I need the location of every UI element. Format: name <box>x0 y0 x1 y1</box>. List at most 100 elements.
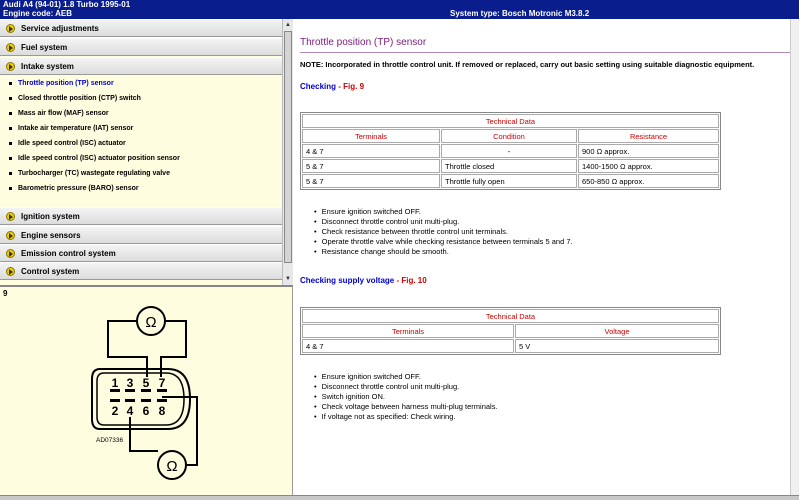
engine-code: Engine code: AEB <box>3 9 73 18</box>
system-type: System type: Bosch Motronic M3.8.2 <box>450 9 590 18</box>
bullet-icon <box>9 81 12 85</box>
ohm-symbol-top: Ω <box>145 314 156 331</box>
expand-arrow-icon <box>6 212 15 221</box>
section-label: Engine sensors <box>21 231 81 240</box>
expand-arrow-icon <box>6 249 15 258</box>
pin-label: 8 <box>159 404 166 418</box>
table-cell: Throttle closed <box>441 159 577 173</box>
supply-steps-list: Ensure ignition switched OFF. Disconnect… <box>314 372 498 422</box>
pin-label: 4 <box>127 404 134 418</box>
section-label: Fuel system <box>21 43 68 52</box>
sidebar-item-baro-sensor[interactable]: Barometric pressure (BARO) sensor <box>9 185 139 192</box>
section-label: Control system <box>21 267 80 276</box>
pin-label: 7 <box>159 376 166 390</box>
sidebar-item-wastegate-valve[interactable]: Turbocharger (TC) wastegate regulating v… <box>9 170 170 177</box>
table-row: 4 & 7 - 900 Ω approx. <box>302 144 719 158</box>
table-cell: 1400-1500 Ω approx. <box>578 159 719 173</box>
table-caption: Technical Data <box>302 309 719 323</box>
sidebar-item-tp-sensor[interactable]: Throttle position (TP) sensor <box>9 80 114 87</box>
ohm-symbol-bottom: Ω <box>166 458 177 475</box>
list-item: Switch ignition ON. <box>314 392 498 402</box>
section-engine-sensors[interactable]: Engine sensors <box>0 226 282 244</box>
column-header: Voltage <box>515 324 719 338</box>
table-cell: 5 & 7 <box>302 159 440 173</box>
pin-marker <box>110 399 120 402</box>
table-cell: 4 & 7 <box>302 144 440 158</box>
title-divider <box>300 52 790 53</box>
sidebar-item-iat-sensor[interactable]: Intake air temperature (IAT) sensor <box>9 125 133 132</box>
bullet-icon <box>9 186 12 190</box>
sidebar-item-isc-actuator[interactable]: Idle speed control (ISC) actuator <box>9 140 126 147</box>
expand-arrow-icon <box>6 43 15 52</box>
section-label: Intake system <box>21 62 74 71</box>
scroll-up-icon[interactable]: ▲ <box>284 20 292 30</box>
bullet-icon <box>9 156 12 160</box>
item-label: Intake air temperature (IAT) sensor <box>18 125 134 132</box>
item-label: Closed throttle position (CTP) switch <box>18 95 141 102</box>
note-text: NOTE: Incorporated in throttle control u… <box>300 60 755 69</box>
supply-voltage-heading: Checking supply voltage - Fig. 10 <box>300 276 427 285</box>
section-ignition-system[interactable]: Ignition system <box>0 207 282 225</box>
list-item: Disconnect throttle control unit multi-p… <box>314 217 573 227</box>
column-header: Condition <box>441 129 577 143</box>
connector-diagram: Ω 1 3 5 7 2 4 6 8 Ω AD07336 <box>91 306 198 480</box>
item-label: Idle speed control (ISC) actuator positi… <box>18 155 180 162</box>
page-title: Throttle position (TP) sensor <box>300 37 427 48</box>
section-control-system[interactable]: Control system <box>0 262 282 280</box>
pin-marker <box>125 399 135 402</box>
heading-label: Checking <box>300 82 337 91</box>
section-service-adjustments[interactable]: Service adjustments <box>0 19 282 37</box>
content-scrollbar[interactable] <box>790 19 799 495</box>
expand-arrow-icon <box>6 24 15 33</box>
list-item: Ensure ignition switched OFF. <box>314 207 573 217</box>
table-cell: 5 V <box>515 339 719 353</box>
pin-label: 1 <box>112 376 119 390</box>
list-item: Operate throttle valve while checking re… <box>314 237 573 247</box>
pin-label: 2 <box>112 404 119 418</box>
scroll-down-icon[interactable]: ▼ <box>284 274 292 284</box>
table-row: 5 & 7 Throttle fully open 650-850 Ω appr… <box>302 174 719 188</box>
section-intake-system[interactable]: Intake system <box>0 57 282 75</box>
title-bar: Audi A4 (94-01) 1.8 Turbo 1995-01 Engine… <box>0 0 799 19</box>
expand-arrow-icon <box>6 267 15 276</box>
section-fuel-system[interactable]: Fuel system <box>0 38 282 56</box>
figure-link-10[interactable]: Fig. 10 <box>401 276 426 285</box>
table-caption-row: Technical Data <box>302 114 719 128</box>
pin-marker <box>141 399 151 402</box>
lead-wire <box>162 396 198 466</box>
sidebar-item-maf-sensor[interactable]: Mass air flow (MAF) sensor <box>9 110 109 117</box>
bullet-icon <box>9 111 12 115</box>
sidebar-item-isc-position-sensor[interactable]: Idle speed control (ISC) actuator positi… <box>9 155 180 162</box>
content-pane: Throttle position (TP) sensor NOTE: Inco… <box>294 19 799 495</box>
pin-marker <box>157 399 167 402</box>
pin-label: 6 <box>143 404 150 418</box>
column-header: Terminals <box>302 129 440 143</box>
pin-label: 5 <box>143 376 150 390</box>
sidebar-scrollbar[interactable]: ▲ ▼ <box>282 19 293 285</box>
section-emission-control[interactable]: Emission control system <box>0 244 282 262</box>
column-header: Terminals <box>302 324 514 338</box>
table-cell: 4 & 7 <box>302 339 514 353</box>
list-item: Check voltage between harness multi-plug… <box>314 402 498 412</box>
sidebar: Service adjustments Fuel system Intake s… <box>0 19 293 285</box>
pin-label: 3 <box>127 376 134 390</box>
bottom-toolbar <box>0 495 799 500</box>
table-cell: 650-850 Ω approx. <box>578 174 719 188</box>
bullet-icon <box>9 141 12 145</box>
item-label: Barometric pressure (BARO) sensor <box>18 185 139 192</box>
table-cell: Throttle fully open <box>441 174 577 188</box>
checking-heading: Checking - Fig. 9 <box>300 82 364 91</box>
heading-label: Checking supply voltage <box>300 276 395 285</box>
section-label: Emission control system <box>21 249 116 258</box>
table-cell: - <box>441 144 577 158</box>
section-label: Service adjustments <box>21 24 99 33</box>
list-item: Check resistance between throttle contro… <box>314 227 573 237</box>
figure-link-9[interactable]: Fig. 9 <box>343 82 364 91</box>
scrollbar-thumb[interactable] <box>284 31 292 263</box>
figure-panel: 9 Ω 1 3 5 7 2 4 6 8 Ω AD07336 <box>0 285 293 495</box>
bullet-icon <box>9 171 12 175</box>
sidebar-item-ctp-switch[interactable]: Closed throttle position (CTP) switch <box>9 95 141 102</box>
table-caption-row: Technical Data <box>302 309 719 323</box>
column-header: Resistance <box>578 129 719 143</box>
bullet-icon <box>9 126 12 130</box>
